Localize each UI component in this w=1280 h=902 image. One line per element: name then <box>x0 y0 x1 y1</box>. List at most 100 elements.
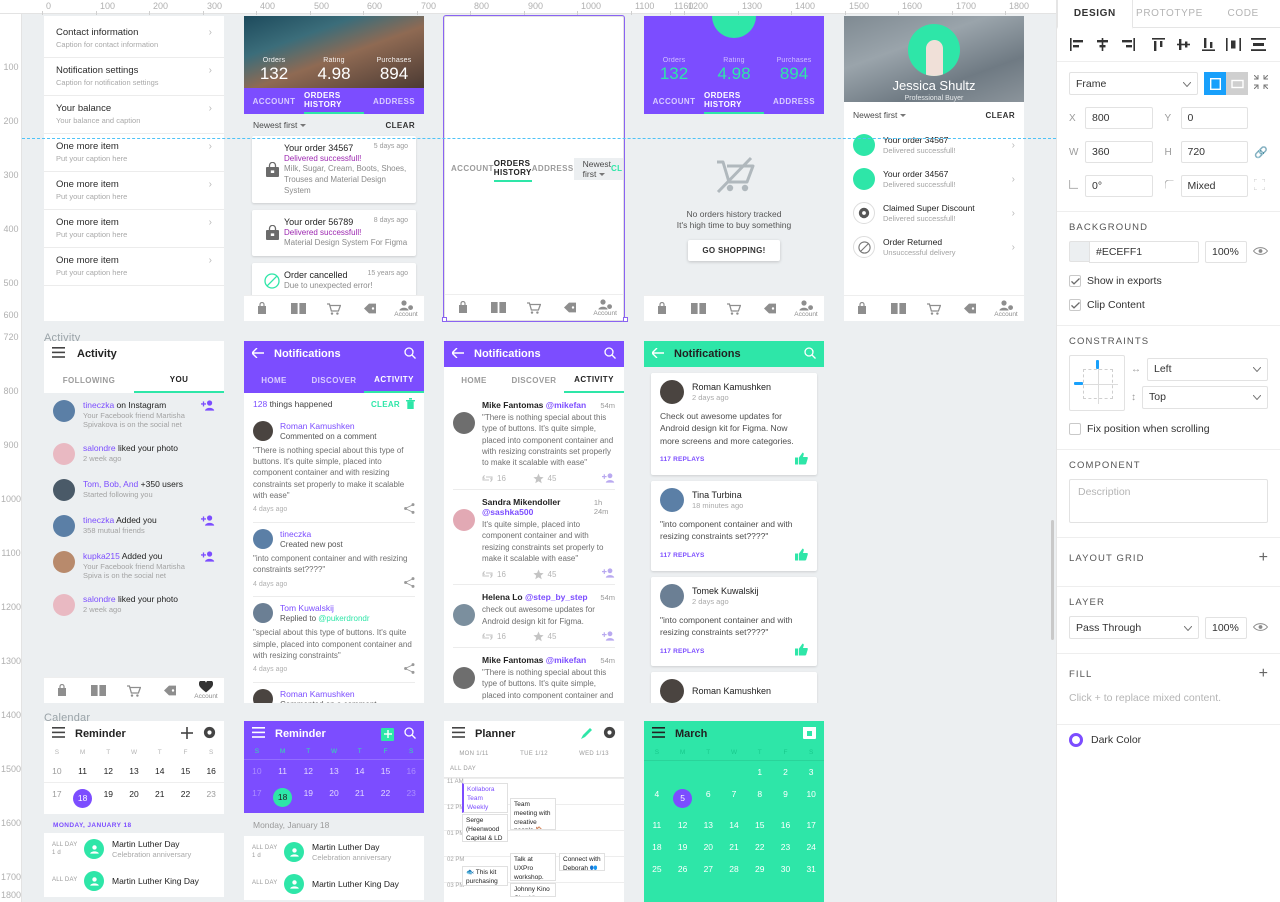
calendar-day[interactable]: 9 <box>773 783 799 814</box>
calendar-week-2[interactable]: 17 18 19 20 21 22 23 <box>44 782 224 814</box>
design-canvas[interactable]: Activity Calendar Contact information Cap… <box>22 14 1056 902</box>
calendar-day[interactable]: 11 <box>644 814 670 836</box>
nav-account-icon[interactable]: Account <box>188 681 224 700</box>
frame-mode-icon[interactable] <box>1204 72 1226 95</box>
frame-march-calendar[interactable]: March SMTWTFS 1 2 3 4 5 6 7 8 9 10 11 12 13 14 15 16 17 1… <box>644 721 824 902</box>
frame-orders-empty-state[interactable]: Orders 132 Rating 4.98 Purchases 894 ACCOUN… <box>644 16 824 321</box>
calendar-icon[interactable] <box>803 726 816 742</box>
notification-card[interactable]: Roman KamushkenCheck out awesome updates… <box>651 672 817 703</box>
tab-prototype[interactable]: PROTOTYPE <box>1133 0 1207 27</box>
event-row[interactable]: ALL DAY Martin Luther King Day <box>244 868 424 900</box>
tab-following[interactable]: FOLLOWING <box>44 367 134 393</box>
order-card[interactable]: Your order 56789 8 days ago Delivered succ… <box>252 210 416 257</box>
calendar-day[interactable]: 18 <box>644 836 670 858</box>
tab-address[interactable]: ADDRESS <box>364 88 424 114</box>
clear-button[interactable]: CLEAR <box>985 111 1015 120</box>
event-row[interactable]: ALL DAY 1 d Martin Luther Day Celebration a… <box>44 833 224 865</box>
calendar-day[interactable]: 14 <box>147 760 173 782</box>
clear-button[interactable]: CLEAR <box>385 121 415 130</box>
calendar-day[interactable]: 10 <box>244 760 270 782</box>
calendar-day[interactable]: 31 <box>798 858 824 880</box>
sort-select[interactable]: Newest first <box>583 159 611 179</box>
nav-book-icon[interactable] <box>481 302 517 313</box>
constraint-left-marker[interactable] <box>1074 382 1083 385</box>
nav-bag-icon[interactable] <box>244 302 280 315</box>
gear-icon[interactable] <box>603 726 616 742</box>
trash-icon[interactable] <box>406 397 415 411</box>
card-replies[interactable]: 117 REPLAYS <box>660 552 705 559</box>
nav-bag-icon[interactable] <box>445 301 481 314</box>
calendar-day[interactable]: 1 <box>747 761 773 783</box>
notification-tabs[interactable]: HOME DISCOVER ACTIVITY <box>444 367 624 393</box>
x-input[interactable]: 800 <box>1085 107 1153 129</box>
tab-account[interactable]: ACCOUNT <box>244 88 304 114</box>
march-week[interactable]: 123 <box>644 761 824 783</box>
settings-item[interactable]: Your balance Your balance and caption › <box>44 96 224 134</box>
share-icon[interactable] <box>404 577 415 591</box>
follow-action[interactable] <box>583 568 615 580</box>
profile-tabs[interactable]: ACCOUNT ORDERS HISTORY ADDRESS <box>451 155 574 182</box>
y-input[interactable]: 0 <box>1180 107 1248 129</box>
calendar-day[interactable]: 12 <box>295 760 321 782</box>
order-card[interactable]: Your order 34567 5 days ago Delivered succ… <box>252 136 416 204</box>
march-week[interactable]: 25 26 27 28 29 30 31 <box>644 858 824 880</box>
planner-event[interactable]: Team meeting with creative people 🏠 @Whi… <box>510 798 556 830</box>
sort-bar[interactable]: Newest first CLEAR <box>844 102 1024 128</box>
tweet[interactable]: Mike Fantomas @mikefan 54m "There is nothi… <box>444 393 624 489</box>
calendar-day[interactable]: 23 <box>773 836 799 858</box>
nav-book-icon[interactable] <box>880 303 916 314</box>
background-opacity-input[interactable]: 100% <box>1205 241 1247 263</box>
tab-orders-history[interactable]: ORDERS HISTORY <box>704 88 764 114</box>
w-input[interactable]: 360 <box>1085 141 1153 163</box>
h-input[interactable]: 720 <box>1180 141 1248 163</box>
calendar-day[interactable]: 14 <box>721 814 747 836</box>
calendar-day[interactable]: 10 <box>44 760 70 782</box>
layout-grid-section-header[interactable]: LAYOUT GRID + <box>1057 538 1280 578</box>
frame-notifications-green[interactable]: Notifications Roman Kamushken 2 days ago C… <box>644 341 824 703</box>
calendar-day[interactable]: 15 <box>373 760 399 782</box>
share-icon[interactable] <box>404 503 415 517</box>
layer-opacity-input[interactable]: 100% <box>1205 616 1247 639</box>
thumbs-up-icon[interactable] <box>795 548 808 564</box>
align-vertical-center-icon[interactable] <box>1171 33 1196 57</box>
tab-address[interactable]: ADDRESS <box>764 88 824 114</box>
planner-event[interactable]: Connect with Deborah 👥 <box>559 853 605 871</box>
settings-item[interactable]: One more item Put your caption here › <box>44 134 224 172</box>
calendar-day[interactable]: 7 <box>721 783 747 814</box>
tab-home[interactable]: HOME <box>444 367 504 393</box>
align-bottom-icon[interactable] <box>1196 33 1221 57</box>
calendar-day[interactable]: 19 <box>95 783 121 814</box>
menu-icon[interactable] <box>452 727 465 741</box>
calendar-day[interactable]: 15 <box>173 760 199 782</box>
calendar-day[interactable]: 13 <box>321 760 347 782</box>
calendar-day[interactable] <box>644 761 670 783</box>
calendar-day[interactable]: 20 <box>321 782 347 813</box>
canvas-scrollbar[interactable] <box>1051 520 1054 640</box>
corner-radius-input[interactable]: Mixed <box>1180 175 1248 197</box>
constraints-row[interactable]: ↔ Left ↕ Top <box>1057 349 1280 417</box>
frame-profile-green[interactable]: Jessica Shultz Professional Buyer Newest… <box>844 16 1024 321</box>
align-right-icon[interactable] <box>1115 33 1140 57</box>
calendar-day[interactable]: 27 <box>695 858 721 880</box>
notification-tabs[interactable]: HOME DISCOVER ACTIVITY <box>244 367 424 393</box>
horizontal-constraint-select[interactable]: Left <box>1147 357 1268 381</box>
fill-style-row[interactable]: Dark Color <box>1057 725 1280 755</box>
calendar-day[interactable] <box>670 761 696 783</box>
calendar-day[interactable]: 17 <box>798 814 824 836</box>
vertical-constraint-select[interactable]: Top <box>1142 385 1268 409</box>
background-color-row[interactable]: #ECEFF1 100% <box>1057 235 1280 269</box>
search-icon[interactable] <box>604 346 616 362</box>
order-card[interactable]: Order cancelled 15 years ago Due to unexpe… <box>252 263 416 299</box>
rotation-row[interactable]: 0° Mixed <box>1057 169 1280 203</box>
calendar-day[interactable]: 22 <box>747 836 773 858</box>
calendar-day[interactable]: 24 <box>798 836 824 858</box>
calendar-week-1[interactable]: 10 11 12 13 14 15 16 <box>244 760 424 782</box>
selection-handle[interactable] <box>623 317 628 322</box>
menu-icon[interactable] <box>52 727 65 741</box>
planner-grid[interactable]: 11 AM 12 PM 01 PM 02 PM 03 PM Kollabora Team … <box>444 778 624 897</box>
type-select[interactable]: Frame <box>1069 72 1198 95</box>
calendar-day[interactable]: 13 <box>121 760 147 782</box>
calendar-day[interactable]: 22 <box>173 783 199 814</box>
activity-row[interactable]: salondre liked your photo 2 week ago <box>44 587 224 623</box>
settings-item[interactable]: One more item Put your caption here › <box>44 248 224 286</box>
